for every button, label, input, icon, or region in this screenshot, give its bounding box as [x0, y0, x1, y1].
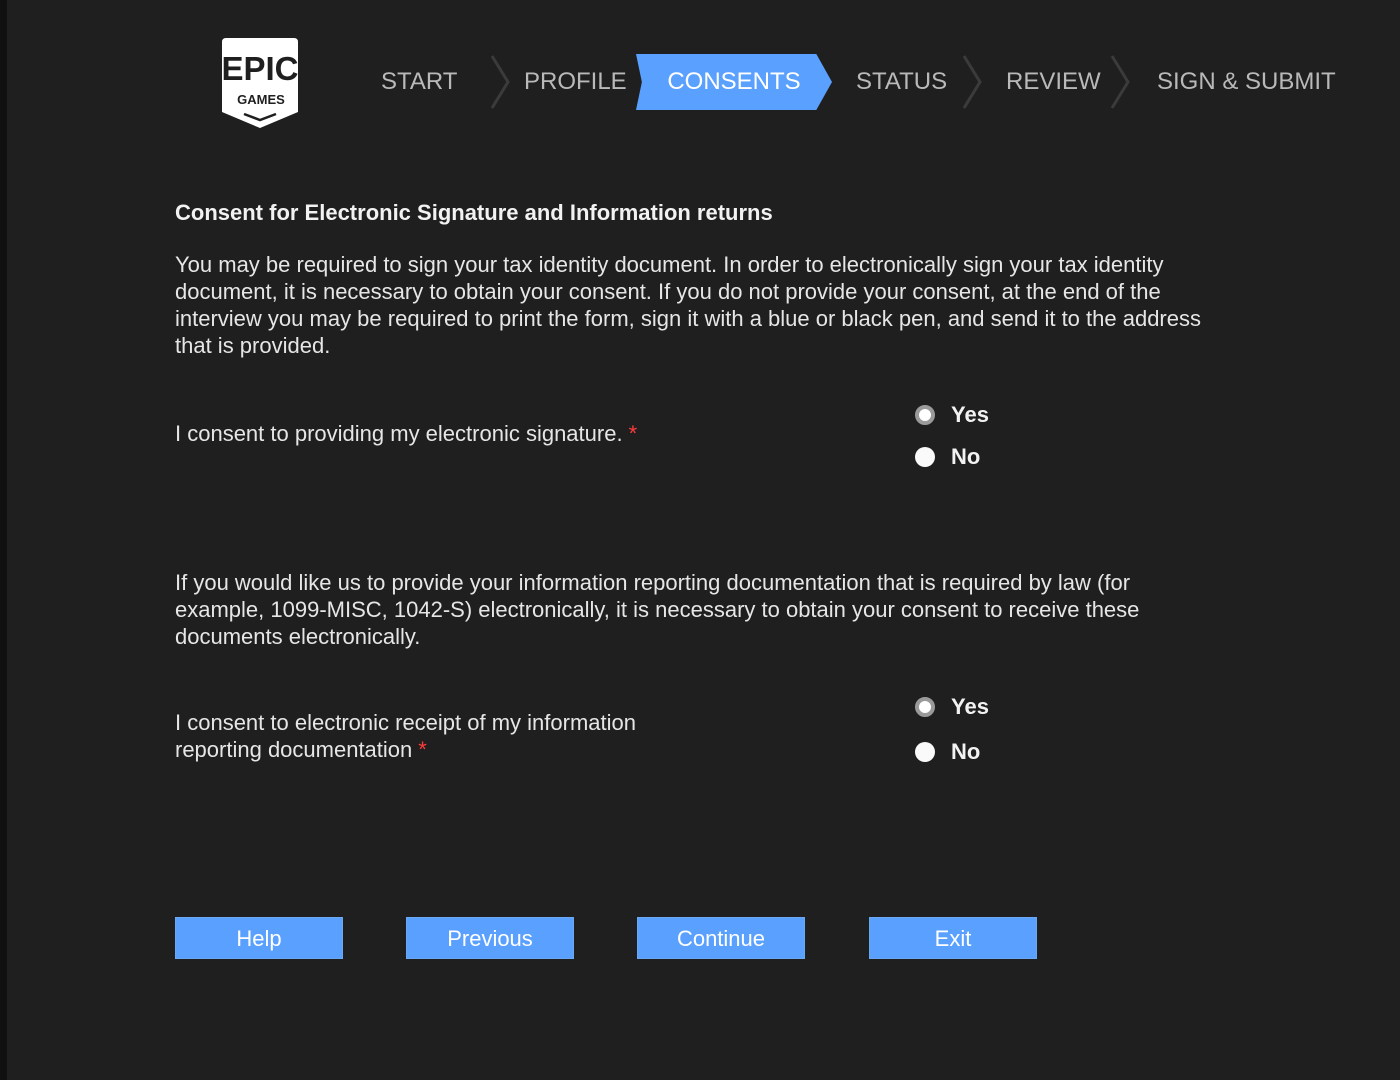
information-no-label: No	[951, 739, 981, 764]
radio-button-yes[interactable]	[915, 405, 935, 425]
left-edge	[0, 0, 7, 1080]
information-returns-text: If you would like us to provide your inf…	[175, 570, 1140, 649]
consent-form: Consent for Electronic Signature and Inf…	[175, 198, 1205, 764]
signature-consent-label: I consent to providing my electronic sig…	[175, 421, 623, 446]
information-consent-no-option[interactable]: No	[915, 737, 989, 767]
step-sign-submit: SIGN & SUBMIT	[1157, 68, 1336, 95]
exit-button[interactable]: Exit	[869, 917, 1037, 959]
radio-button-no[interactable]	[915, 742, 935, 762]
chevron-right-icon	[960, 54, 986, 110]
radio-button-no[interactable]	[915, 447, 935, 467]
progress-steps: START PROFILE CONSENTS STATUS REVIEW SIG…	[350, 54, 1360, 110]
help-button[interactable]: Help	[175, 917, 343, 959]
information-consent-yes-option[interactable]: Yes	[915, 692, 989, 722]
chevron-right-icon	[488, 54, 514, 110]
radio-button-yes[interactable]	[915, 697, 935, 717]
signature-intro-text: You may be required to sign your tax ide…	[175, 252, 1201, 358]
information-consent-radio-group: Yes No	[915, 692, 989, 767]
step-status: STATUS	[856, 68, 948, 95]
epic-games-logo: EPIC GAMES	[220, 36, 300, 130]
step-review: REVIEW	[1006, 68, 1101, 95]
required-asterisk: *	[418, 737, 427, 762]
previous-button[interactable]: Previous	[406, 917, 574, 959]
signature-consent-yes-option[interactable]: Yes	[915, 400, 989, 430]
logo-text-epic: EPIC	[221, 50, 298, 87]
logo-text-games: GAMES	[237, 92, 285, 107]
continue-button[interactable]: Continue	[637, 917, 805, 959]
information-consent-label: I consent to electronic receipt of my in…	[175, 710, 636, 762]
information-consent-question: I consent to electronic receipt of my in…	[175, 709, 695, 763]
step-start: START	[381, 68, 458, 95]
section-title: Consent for Electronic Signature and Inf…	[175, 200, 773, 225]
chevron-right-icon	[1108, 54, 1134, 110]
step-profile: PROFILE	[524, 68, 627, 95]
signature-no-label: No	[951, 444, 981, 469]
signature-consent-no-option[interactable]: No	[915, 442, 989, 472]
signature-yes-label: Yes	[951, 402, 989, 427]
required-asterisk: *	[628, 421, 638, 446]
signature-consent-radio-group: Yes No	[915, 400, 989, 472]
signature-consent-question: I consent to providing my electronic sig…	[175, 420, 637, 447]
step-consents: CONSENTS	[636, 54, 832, 110]
information-yes-label: Yes	[951, 694, 989, 719]
